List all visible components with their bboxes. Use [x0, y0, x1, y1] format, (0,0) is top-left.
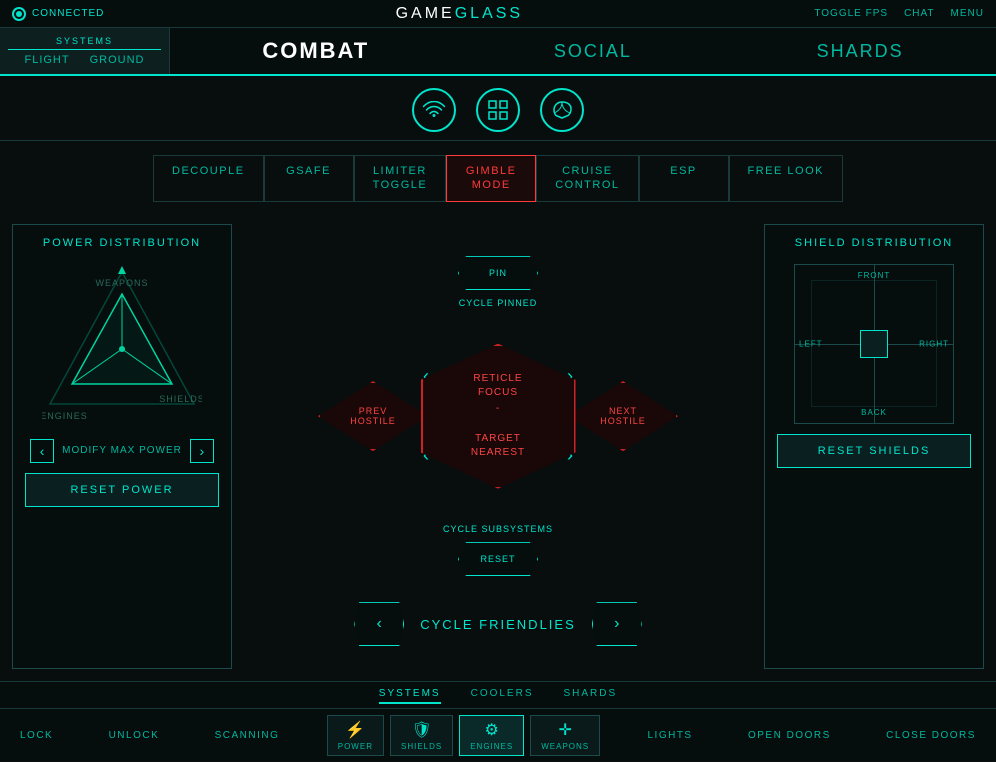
open-doors-button[interactable]: OPEN DOORS [740, 726, 839, 745]
gimble-mode-toggle[interactable]: GIMBLE MODE [446, 155, 536, 202]
weapons-icon-button[interactable]: ✛ WEAPONS [530, 715, 600, 756]
main-content: POWER DISTRIBUTION WEAPONS SHIELDS ENGIN… [0, 212, 996, 681]
systems-label: SYSTEMS [8, 36, 161, 50]
modify-power-row: ‹ MODIFY MAX POWER › [30, 439, 214, 463]
limiter-toggle[interactable]: LIMITER TOGGLE [354, 155, 447, 202]
free-look-toggle[interactable]: FREE LOOK [729, 155, 843, 202]
weapons-icon: ✛ [558, 720, 571, 740]
reticle-focus-button[interactable]: RETICLE FOCUS - TARGET NEAREST [421, 344, 576, 489]
shields-icon-label: SHIELDS [401, 742, 442, 751]
ground-tab[interactable]: GROUND [90, 54, 145, 66]
bottom-tab-systems[interactable]: SYSTEMS [379, 688, 441, 704]
connected-icon [12, 7, 26, 21]
flight-tab[interactable]: FLIGHT [24, 54, 69, 66]
menu-button[interactable]: MENU [951, 8, 984, 19]
center-panel: PIN CYCLE PINNED ‹ › PREV HOSTILE RETICL… [244, 224, 752, 669]
hud-container: PIN CYCLE PINNED ‹ › PREV HOSTILE RETICL… [308, 246, 688, 586]
lights-button[interactable]: LIGHTS [639, 726, 700, 745]
cycle-friendlies-row: ‹ CYCLE FRIENDLIES › [354, 602, 642, 646]
close-doors-button[interactable]: CLOSE DOORS [878, 726, 984, 745]
engines-icon: ⚙ [485, 720, 499, 740]
bottom-tab-shards[interactable]: SHARDS [564, 688, 618, 704]
shields-icon: 🛡 [411, 720, 431, 740]
modify-power-prev-button[interactable]: ‹ [30, 439, 54, 463]
shields-icon-button[interactable]: 🛡 SHIELDS [390, 715, 453, 756]
systems-tab: SYSTEMS FLIGHT GROUND [0, 28, 170, 74]
unlock-button[interactable]: UNLOCK [101, 726, 168, 745]
scanning-button[interactable]: SCANNING [207, 726, 288, 745]
pin-button[interactable]: PIN [458, 256, 538, 290]
chat-button[interactable]: CHAT [904, 8, 934, 19]
leaf-icon-button[interactable] [540, 88, 584, 132]
systems-sub: FLIGHT GROUND [24, 54, 144, 66]
engines-icon-label: ENGINES [470, 742, 513, 751]
reset-button[interactable]: RESET [458, 542, 538, 576]
decouple-toggle[interactable]: DECOUPLE [153, 155, 264, 202]
modify-power-label: MODIFY MAX POWER [62, 445, 182, 456]
bottom-tabs: SYSTEMS COOLERS SHARDS [0, 682, 996, 709]
lock-button[interactable]: LOCK [12, 726, 61, 745]
toggle-fps-button[interactable]: TOGGLE FPS [814, 8, 888, 19]
right-panel: SHIELD DISTRIBUTION FRONT BACK LEFT RIGH… [764, 224, 984, 669]
prev-hostile-button[interactable]: PREV HOSTILE [318, 381, 428, 451]
shield-grid: FRONT BACK LEFT RIGHT [794, 264, 954, 424]
shield-back-label: BACK [861, 408, 887, 417]
power-triangle: WEAPONS SHIELDS ENGINES [42, 264, 202, 424]
shield-front-label: FRONT [858, 271, 891, 280]
system-icon-group: ⚡ POWER 🛡 SHIELDS ⚙ ENGINES ✛ WEAPONS [327, 715, 600, 756]
grid-icon-button[interactable] [476, 88, 520, 132]
cycle-friendlies-next-button[interactable]: › [592, 602, 642, 646]
power-icon-label: POWER [338, 742, 373, 751]
weapons-icon-label: WEAPONS [541, 742, 589, 751]
toggle-row: DECOUPLE GSAFE LIMITER TOGGLE GIMBLE MOD… [0, 141, 996, 212]
main-nav: COMBAT SOCIAL SHARDS [170, 28, 996, 74]
shield-dist-title: SHIELD DISTRIBUTION [795, 237, 953, 249]
reset-power-button[interactable]: RESET POWER [25, 473, 219, 507]
connected-label: CONNECTED [32, 8, 104, 19]
reset-shields-button[interactable]: RESET SHIELDS [777, 434, 971, 468]
cycle-friendlies-prev-button[interactable]: ‹ [354, 602, 404, 646]
power-icon: ⚡ [345, 720, 365, 740]
left-panel: POWER DISTRIBUTION WEAPONS SHIELDS ENGIN… [12, 224, 232, 669]
title-glass: GLASS [455, 5, 523, 22]
power-dist-title: POWER DISTRIBUTION [43, 237, 201, 249]
icon-row [0, 76, 996, 141]
modify-power-next-button[interactable]: › [190, 439, 214, 463]
svg-text:SHIELDS: SHIELDS [159, 394, 202, 404]
esp-toggle[interactable]: ESP [639, 155, 729, 202]
bottom-tab-coolers[interactable]: COOLERS [471, 688, 534, 704]
cycle-friendlies-label: CYCLE FRIENDLIES [420, 617, 576, 632]
nav-section: SYSTEMS FLIGHT GROUND COMBAT SOCIAL SHAR… [0, 28, 996, 76]
svg-text:ENGINES: ENGINES [42, 411, 88, 421]
wifi-icon-button[interactable] [412, 88, 456, 132]
cruise-control-toggle[interactable]: CRUISE CONTROL [536, 155, 638, 202]
engines-icon-button[interactable]: ⚙ ENGINES [459, 715, 524, 756]
app-title: GAMEGLASS [396, 5, 523, 23]
shards-nav[interactable]: SHARDS [797, 28, 924, 74]
cycle-subsystems-button[interactable]: CYCLE SUBSYSTEMS [443, 524, 553, 534]
connected-badge: CONNECTED [12, 7, 104, 21]
combat-nav[interactable]: COMBAT [242, 28, 389, 74]
bottom-section: SYSTEMS COOLERS SHARDS LOCK UNLOCK SCANN… [0, 681, 996, 761]
svg-text:WEAPONS: WEAPONS [95, 278, 148, 288]
title-game: GAME [396, 5, 455, 22]
social-nav[interactable]: SOCIAL [534, 28, 652, 74]
power-icon-button[interactable]: ⚡ POWER [327, 715, 384, 756]
bottom-actions: LOCK UNLOCK SCANNING ⚡ POWER 🛡 SHIELDS ⚙… [0, 709, 996, 762]
gsafe-toggle[interactable]: GSAFE [264, 155, 354, 202]
top-right-buttons: TOGGLE FPS CHAT MENU [814, 8, 984, 19]
cycle-pinned-button[interactable]: CYCLE PINNED [459, 298, 538, 308]
top-bar: CONNECTED GAMEGLASS TOGGLE FPS CHAT MENU [0, 0, 996, 28]
next-hostile-button[interactable]: NEXT HOSTILE [568, 381, 678, 451]
